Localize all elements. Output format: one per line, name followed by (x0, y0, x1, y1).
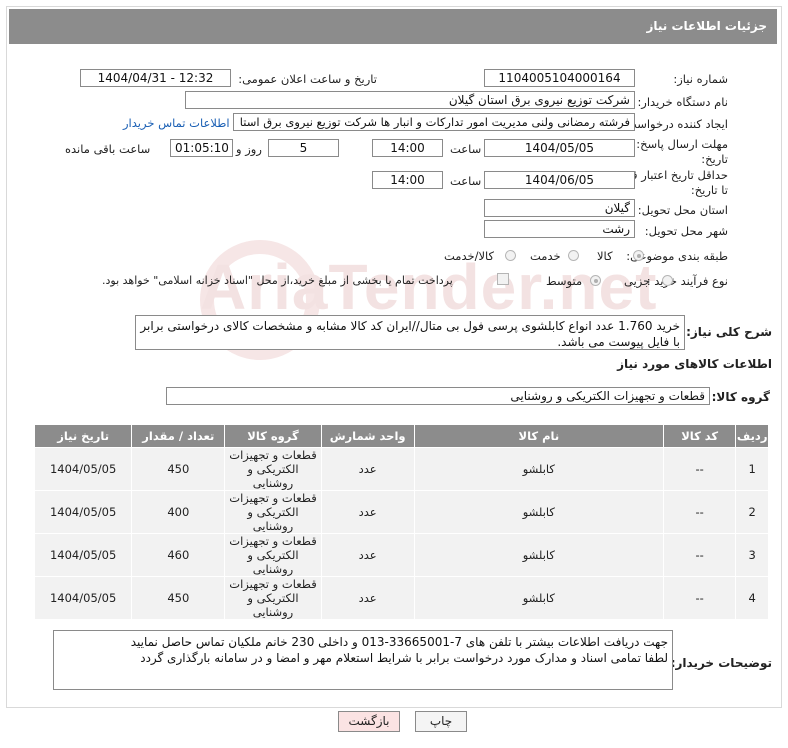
buyer-notes-field[interactable]: جهت دریافت اطلاعات بیشتر با تلفن های 7-3… (53, 630, 673, 690)
col-row: ردیف (735, 424, 769, 448)
cell-code: -- (662, 447, 737, 491)
category-radio-service[interactable] (568, 250, 579, 261)
items-table-header: ردیف کد کالا نام کالا واحد شمارش گروه کا… (33, 424, 769, 448)
table-row: 4 -- کابلشو عدد قطعات و تجهیزات الکتریکی… (33, 576, 769, 620)
cell-unit: عدد (320, 490, 415, 534)
table-row: 2 -- کابلشو عدد قطعات و تجهیزات الکتریکی… (33, 490, 769, 534)
days-field[interactable]: 5 (268, 139, 339, 157)
creator-label: ایجاد کننده درخواست: (622, 117, 728, 131)
days-word: روز و (236, 142, 262, 156)
announce-field[interactable]: 1404/04/31 - 12:32 (80, 69, 231, 87)
process-option-minor: جزیی (624, 274, 651, 288)
cell-date: 1404/05/05 (33, 490, 133, 534)
page-header: جزئیات اطلاعات نیاز (9, 9, 777, 44)
col-unit: واحد شمارش (320, 424, 415, 448)
city-field[interactable]: رشت (484, 220, 635, 238)
deadline-time-field[interactable]: 14:00 (372, 139, 443, 157)
buyer-notes-label: توضیحات خریدار: (670, 656, 772, 670)
cell-date: 1404/05/05 (33, 447, 133, 491)
cell-code: -- (662, 490, 737, 534)
category-radio-goods[interactable] (633, 250, 644, 261)
cell-name: کابلشو (413, 490, 664, 534)
buyer-contact-link[interactable]: اطلاعات تماس خریدار (123, 116, 230, 130)
process-option-medium: متوسط (546, 274, 583, 288)
items-table: ردیف کد کالا نام کالا واحد شمارش گروه کا… (33, 424, 769, 620)
deadline-label-2: تاریخ: (701, 152, 728, 166)
cell-qty: 400 (131, 490, 226, 534)
cell-date: 1404/05/05 (33, 533, 133, 577)
process-radio-medium[interactable] (590, 275, 601, 286)
need-number-field[interactable]: 1104005104000164 (484, 69, 635, 87)
description-label: شرح کلی نیاز: (686, 325, 772, 339)
need-number-label: شماره نیاز: (673, 72, 728, 86)
province-field[interactable]: گیلان (484, 199, 635, 217)
validity-time-word: ساعت (450, 174, 482, 188)
goods-group-label: گروه کالا: (711, 390, 770, 404)
deadline-label: مهلت ارسال پاسخ: تا (625, 137, 728, 151)
validity-date-field[interactable]: 1404/06/05 (484, 171, 635, 189)
cell-group: قطعات و تجهیزات الکتریکی و روشنایی (224, 576, 322, 620)
back-button[interactable]: بازگشت (338, 711, 400, 732)
buyer-notes-line-1: جهت دریافت اطلاعات بیشتر با تلفن های 7-3… (130, 635, 668, 649)
remaining-time-field[interactable]: 01:05:10 (170, 139, 233, 157)
province-label: استان محل تحویل: (637, 203, 728, 217)
cell-name: کابلشو (413, 576, 664, 620)
cell-qty: 460 (131, 533, 226, 577)
col-code: کد کالا (662, 424, 737, 448)
cell-unit: عدد (320, 576, 415, 620)
description-field[interactable]: خرید 1.760 عدد انواع کابلشوی پرسی فول بی… (135, 315, 685, 350)
creator-field[interactable]: فرشته رمضانی ولنی مدیریت امور تدارکات و … (233, 113, 635, 131)
cell-name: کابلشو (413, 447, 664, 491)
watermark-text: AriaTender.net (200, 251, 658, 323)
goods-group-field[interactable]: قطعات و تجهیزات الکتریکی و روشنایی (166, 387, 710, 405)
validity-time-field[interactable]: 14:00 (372, 171, 443, 189)
treasury-checkbox[interactable] (497, 273, 509, 285)
cell-qty: 450 (131, 576, 226, 620)
cell-group: قطعات و تجهیزات الکتریکی و روشنایی (224, 490, 322, 534)
buyer-org-label: نام دستگاه خریدار: (637, 95, 728, 109)
col-qty: تعداد / مقدار (131, 424, 226, 448)
city-label: شهر محل تحویل: (644, 224, 728, 238)
print-button[interactable]: چاپ (415, 711, 467, 732)
cell-unit: عدد (320, 447, 415, 491)
deadline-date-field[interactable]: 1404/05/05 (484, 139, 635, 157)
col-date: تاریخ نیاز (33, 424, 133, 448)
cell-row: 4 (735, 576, 769, 620)
cell-row: 3 (735, 533, 769, 577)
table-row: 3 -- کابلشو عدد قطعات و تجهیزات الکتریکی… (33, 533, 769, 577)
process-label: نوع فرآیند خرید : (646, 274, 728, 288)
category-option-both: کالا/خدمت (444, 249, 495, 263)
buyer-org-field[interactable]: شرکت توزیع نیروی برق استان گیلان (185, 91, 635, 109)
cell-name: کابلشو (413, 533, 664, 577)
category-option-goods: کالا (597, 249, 613, 263)
remaining-word: ساعت باقی مانده (65, 142, 151, 156)
payment-note: پرداخت تمام یا بخشی از مبلغ خرید،از محل … (102, 274, 453, 287)
category-option-service: خدمت (530, 249, 561, 263)
cell-date: 1404/05/05 (33, 576, 133, 620)
deadline-time-word: ساعت (450, 142, 482, 156)
announce-label: تاریخ و ساعت اعلان عمومی: (238, 72, 377, 86)
col-group: گروه کالا (224, 424, 322, 448)
goods-info-heading: اطلاعات کالاهای مورد نیاز (617, 357, 772, 371)
col-name: نام کالا (413, 424, 664, 448)
cell-row: 2 (735, 490, 769, 534)
process-radio-minor[interactable] (662, 275, 673, 286)
cell-unit: عدد (320, 533, 415, 577)
cell-group: قطعات و تجهیزات الکتریکی و روشنایی (224, 533, 322, 577)
cell-code: -- (662, 576, 737, 620)
cell-group: قطعات و تجهیزات الکتریکی و روشنایی (224, 447, 322, 491)
page-title: جزئیات اطلاعات نیاز (646, 19, 767, 33)
cell-qty: 450 (131, 447, 226, 491)
table-row: 1 -- کابلشو عدد قطعات و تجهیزات الکتریکی… (33, 447, 769, 491)
validity-label-2: تا تاریخ: (690, 183, 728, 197)
cell-row: 1 (735, 447, 769, 491)
category-radio-both[interactable] (505, 250, 516, 261)
buyer-notes-line-2: لطفا تمامی اسناد و مدارک مورد درخواست بر… (140, 651, 668, 665)
cell-code: -- (662, 533, 737, 577)
